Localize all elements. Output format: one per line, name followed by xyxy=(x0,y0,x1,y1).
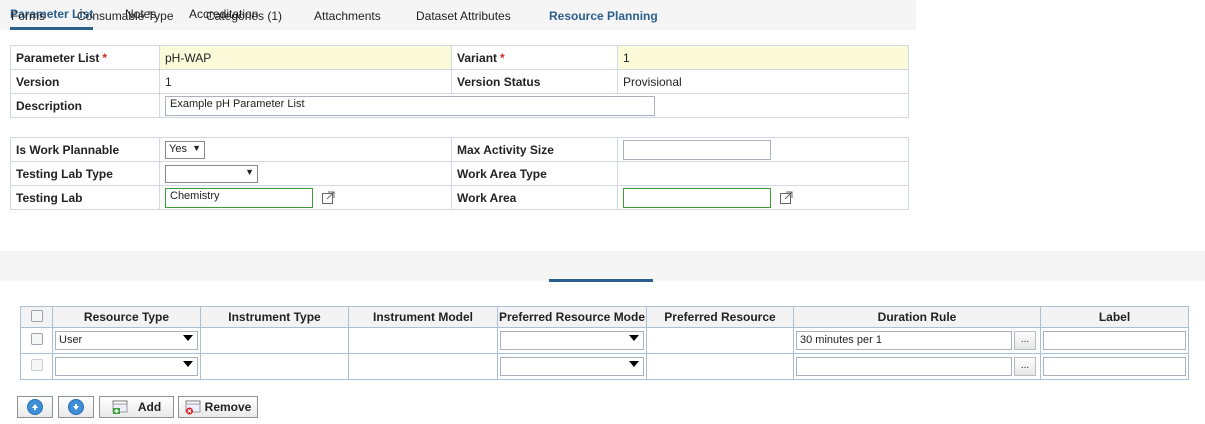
work-area-cell xyxy=(617,185,909,210)
add-row-icon xyxy=(112,400,128,414)
sub-tab-bar xyxy=(0,251,1205,281)
chevron-down-icon xyxy=(629,335,639,341)
column-header[interactable]: Resource Type xyxy=(52,306,201,328)
arrow-down-icon xyxy=(68,399,84,415)
row-checkbox[interactable] xyxy=(30,359,43,371)
open-external-icon[interactable] xyxy=(322,191,335,204)
select-all-checkbox[interactable] xyxy=(30,309,43,322)
max-activity-size-input[interactable] xyxy=(623,139,771,160)
parameter-list-value[interactable]: pH-WAP xyxy=(159,45,452,70)
resource-type-select[interactable]: User xyxy=(55,331,198,350)
work-area-type-label: Work Area Type xyxy=(451,161,618,186)
resource-type-cell xyxy=(52,353,201,380)
row-select-cell xyxy=(20,327,53,354)
add-button[interactable]: Add xyxy=(99,396,174,418)
work-area-label: Work Area xyxy=(451,185,618,210)
label-cell xyxy=(1040,353,1189,380)
chevron-down-icon xyxy=(183,361,193,367)
remove-row-icon xyxy=(185,400,201,415)
variant-label: Variant * xyxy=(451,45,618,70)
parameter-list-label: Parameter List * xyxy=(10,45,160,70)
preferred-resource-mode-cell xyxy=(497,353,647,380)
max-activity-size-label: Max Activity Size xyxy=(451,137,618,162)
select-all-cell xyxy=(20,306,53,328)
testing-lab-type-label: Testing Lab Type xyxy=(10,161,160,186)
resource-type-select[interactable] xyxy=(55,357,198,376)
tab-dataset-attributes[interactable]: Dataset Attributes xyxy=(416,9,511,23)
preferred-resource-mode-select[interactable] xyxy=(500,357,644,376)
column-header[interactable]: Duration Rule xyxy=(793,306,1041,328)
tab-resource-planning[interactable]: Resource Planning xyxy=(549,9,658,23)
preferred-resource-mode-cell xyxy=(497,327,647,354)
version-label: Version xyxy=(10,69,160,94)
instrument-model-cell xyxy=(348,353,498,380)
preferred-resource-cell xyxy=(646,327,794,354)
chevron-down-icon xyxy=(183,335,193,341)
move-up-button[interactable] xyxy=(17,396,53,418)
testing-lab-type-select[interactable]: ▼ xyxy=(165,164,258,183)
duration-rule-picker-button[interactable]: ... xyxy=(1014,331,1036,350)
is-work-plannable-label: Is Work Plannable xyxy=(10,137,160,162)
remove-button[interactable]: Remove xyxy=(178,396,258,418)
resource-planning-table: Resource Type Instrument Type Instrument… xyxy=(20,306,1189,380)
move-down-button[interactable] xyxy=(58,396,94,418)
instrument-type-cell xyxy=(200,353,349,380)
chevron-down-icon: ▼ xyxy=(245,166,254,177)
testing-lab-input[interactable]: Chemistry xyxy=(165,187,313,208)
column-header[interactable]: Instrument Model xyxy=(348,306,498,328)
chevron-down-icon: ▼ xyxy=(192,142,201,153)
instrument-type-cell xyxy=(200,327,349,354)
column-header[interactable]: Preferred Resource xyxy=(646,306,794,328)
work-area-type-value xyxy=(617,161,909,186)
table-row: User 30 minutes per 1... xyxy=(20,327,1189,354)
row-select-cell xyxy=(20,353,53,380)
header-form: Parameter List * pH-WAP Variant * 1 Versio… xyxy=(10,45,909,118)
row-checkbox[interactable] xyxy=(30,333,43,345)
duration-rule-picker-button[interactable]: ... xyxy=(1014,357,1036,376)
instrument-model-cell xyxy=(348,327,498,354)
open-external-icon[interactable] xyxy=(780,191,793,204)
testing-lab-label: Testing Lab xyxy=(10,185,160,210)
table-header: Resource Type Instrument Type Instrument… xyxy=(20,306,1189,328)
column-header[interactable]: Label xyxy=(1040,306,1189,328)
work-area-input[interactable] xyxy=(623,187,771,208)
column-header[interactable]: Instrument Type xyxy=(200,306,349,328)
preferred-resource-cell xyxy=(646,353,794,380)
description-cell: Example pH Parameter List xyxy=(159,93,909,118)
resource-type-cell: User xyxy=(52,327,201,354)
label-cell xyxy=(1040,327,1189,354)
active-tab-indicator xyxy=(10,27,93,30)
table-row: ... xyxy=(20,353,1189,380)
tab-categories[interactable]: Categories (1) xyxy=(206,9,282,23)
duration-rule-input[interactable] xyxy=(796,357,1012,376)
description-label: Description xyxy=(10,93,160,118)
chevron-down-icon xyxy=(629,361,639,367)
version-status-value: Provisional xyxy=(617,69,909,94)
preferred-resource-mode-select[interactable] xyxy=(500,331,644,350)
duration-rule-cell: ... xyxy=(793,353,1041,380)
tab-attachments[interactable]: Attachments xyxy=(314,9,381,23)
description-input[interactable]: Example pH Parameter List xyxy=(165,95,655,116)
column-header[interactable]: Preferred Resource Mode xyxy=(497,306,647,328)
max-activity-size-cell xyxy=(617,137,909,162)
label-input[interactable] xyxy=(1043,331,1186,350)
duration-rule-input[interactable]: 30 minutes per 1 xyxy=(796,331,1012,350)
version-value: 1 xyxy=(159,69,452,94)
tab-consumable-type[interactable]: Consumable Type xyxy=(77,9,174,23)
label-input[interactable] xyxy=(1043,357,1186,376)
testing-lab-type-cell: ▼ xyxy=(159,161,452,186)
testing-lab-cell: Chemistry xyxy=(159,185,452,210)
variant-value[interactable]: 1 xyxy=(617,45,909,70)
is-work-plannable-select[interactable]: Yes ▼ xyxy=(165,140,205,159)
is-work-plannable-cell: Yes ▼ xyxy=(159,137,452,162)
planning-form: Is Work Plannable Yes ▼ Max Activity Size… xyxy=(10,137,909,210)
tab-forms[interactable]: Forms xyxy=(11,9,45,23)
version-status-label: Version Status xyxy=(451,69,618,94)
active-subtab-indicator xyxy=(549,279,653,282)
arrow-up-icon xyxy=(27,399,43,415)
duration-rule-cell: 30 minutes per 1... xyxy=(793,327,1041,354)
